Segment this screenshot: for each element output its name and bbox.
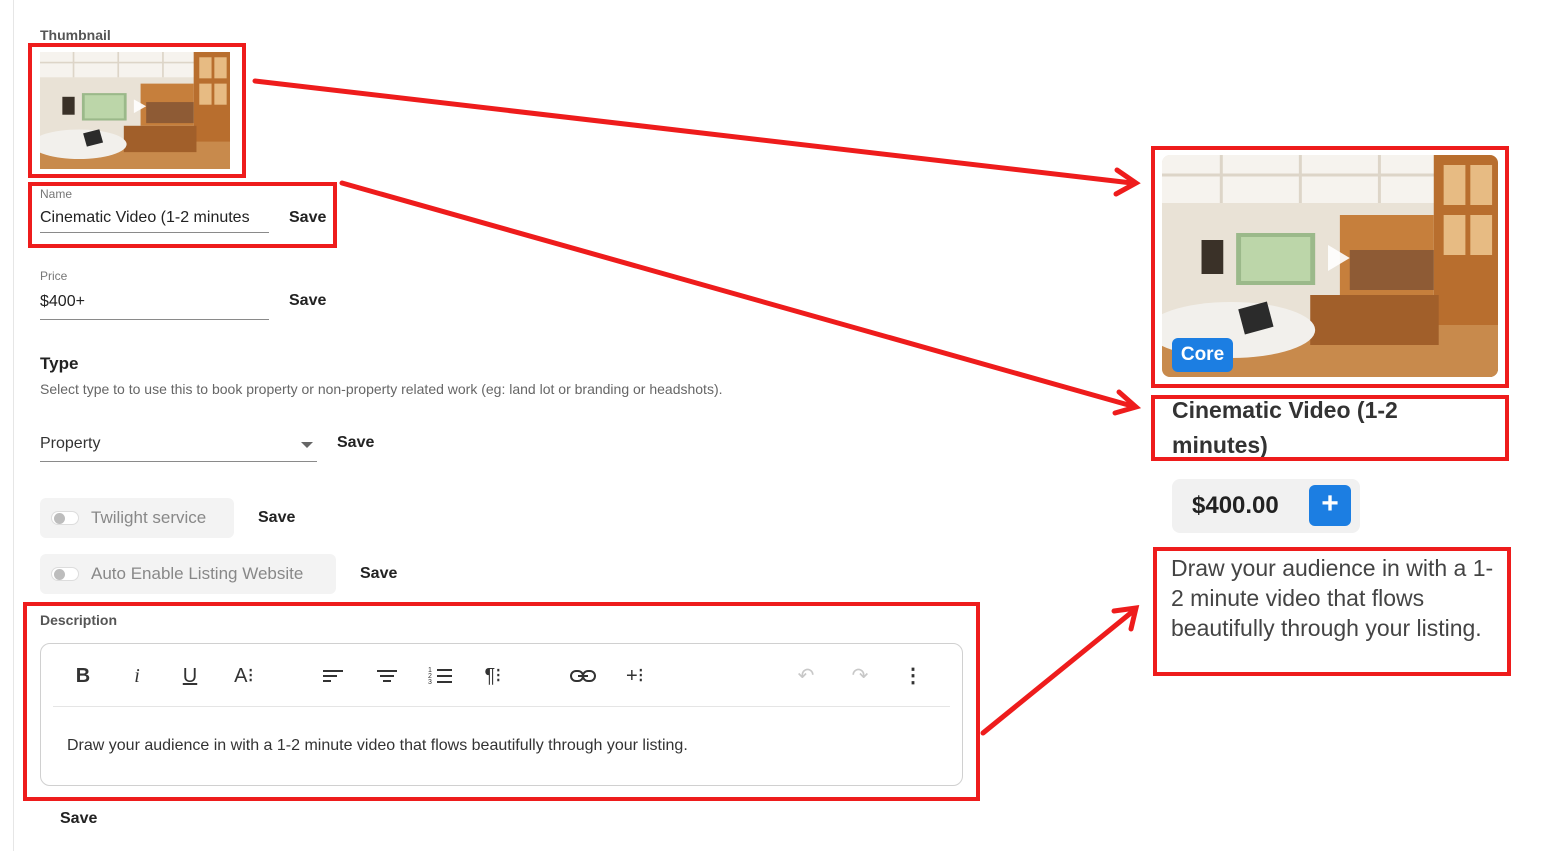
annotation-arrows	[252, 78, 1142, 736]
arrow-description	[980, 609, 1135, 736]
arrow-name	[339, 180, 1135, 409]
arrow-thumbnail	[252, 78, 1135, 186]
